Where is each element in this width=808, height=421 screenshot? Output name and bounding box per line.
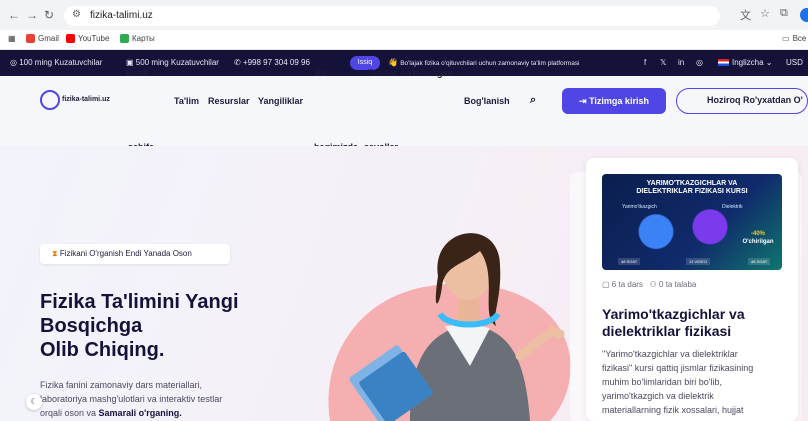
discount-badge: -40% O'chirilgan	[742, 231, 774, 245]
folder-icon: ▭	[782, 34, 790, 43]
teacher-illustration	[328, 233, 571, 421]
bookmark-youtube[interactable]: YouTube	[66, 34, 109, 43]
bookmark-star-icon[interactable]: ☆	[760, 7, 770, 20]
login-icon: ⇥	[579, 96, 587, 106]
apps-grid-icon[interactable]: ▦	[8, 34, 16, 43]
url-text[interactable]: fizika-talimi.uz	[90, 10, 153, 21]
instagram-icon[interactable]: ◎	[696, 58, 703, 67]
wave-icon: 👋	[388, 58, 398, 67]
flag-icon	[718, 59, 729, 67]
cover-tag: 48 SOAT	[748, 258, 771, 265]
nav-home-top[interactable]: Bosh	[126, 68, 149, 78]
theme-toggle-icon[interactable]: ☾	[26, 394, 42, 410]
nav-contact[interactable]: Bog'lanish	[464, 96, 510, 106]
youtube-icon	[66, 34, 75, 43]
cover-tag: 48 SOAT	[618, 258, 641, 265]
course-meta: ▢ 6 ta dars ⚇ 0 ta talaba	[602, 280, 697, 289]
cover-title: YARIMO'TKAZGICHLAR VA DIELEKTRIKLAR FIZI…	[636, 180, 748, 195]
logo-text[interactable]: fizika-talimi.uz	[62, 96, 110, 103]
login-button[interactable]: ⇥ Tizimga kirish	[562, 88, 666, 114]
language-select[interactable]: Inglizcha ⌄	[718, 58, 773, 67]
course-card[interactable]: YARIMO'TKAZGICHLAR VA DIELEKTRIKLAR FIZI…	[586, 158, 798, 421]
bookmark-gmail[interactable]: Gmail	[26, 34, 59, 43]
hero-description: Fizika fanini zamonaviy dars materiallar…	[40, 380, 223, 418]
facebook-icon[interactable]: f	[644, 58, 646, 67]
students-icon: ⚇	[649, 280, 657, 289]
nav-faq-top[interactable]: Tez-tez so'raladigan	[368, 68, 453, 78]
site-info-icon[interactable]: ⚙	[72, 9, 81, 20]
bookmarks-bar: ▦ Gmail YouTube Карты ▭ Bce	[0, 30, 808, 50]
translate-icon[interactable]: 文	[740, 7, 751, 23]
all-bookmarks[interactable]: ▭ Bce	[782, 34, 806, 43]
cover-right-label: Dielektrik	[722, 204, 743, 210]
register-button[interactable]: Hoziroq Ro'yxatdan O'	[676, 88, 808, 114]
instagram-count: ◎ 100 ming Kuzatuvchilar	[10, 58, 103, 67]
hero-title: Fizika Ta'limini Yangi Bosqichga Olib Ch…	[40, 291, 239, 361]
cover-left-label: Yarimo'tkazgich	[622, 204, 657, 210]
linkedin-icon[interactable]: in	[678, 58, 684, 67]
back-icon[interactable]: ←	[8, 8, 20, 22]
hero-badge: ⧗ Fizikani O'rganish Endi Yanada Oson	[40, 244, 230, 264]
twitter-icon[interactable]: 𝕏	[660, 58, 666, 67]
gmail-icon	[26, 34, 35, 43]
announcement: 👋 Bo'lajak fizika o'qituvchilari uchun z…	[388, 58, 580, 67]
extensions-icon[interactable]: ⧉	[780, 7, 788, 20]
currency-select[interactable]: USD	[786, 58, 803, 67]
facebook-count: ▣ 500 ming Kuzatuvchilar	[126, 58, 219, 67]
lessons-icon: ▢	[602, 280, 610, 289]
nav-news[interactable]: Yangiliklar	[258, 96, 303, 106]
nav-about-top[interactable]: Biz	[314, 68, 328, 78]
hourglass-icon: ⧗	[52, 249, 58, 258]
course-cover-image[interactable]: YARIMO'TKAZGICHLAR VA DIELEKTRIKLAR FIZI…	[602, 174, 782, 270]
course-title[interactable]: Yarimo'tkazgichlar va dielektriklar fizi…	[602, 306, 792, 340]
nav-education[interactable]: Ta'lim	[174, 96, 199, 106]
maps-icon	[120, 34, 129, 43]
phone-number[interactable]: ✆ +998 97 304 09 96	[234, 58, 310, 67]
cover-tag: 12 VIDEO	[686, 258, 711, 265]
logo-icon[interactable]	[40, 90, 60, 110]
site-header: fizika-talimi.uz Bosh sahifa Ta'lim Resu…	[0, 68, 808, 152]
hero-section: ⧗ Fizikani O'rganish Endi Yanada Oson Fi…	[0, 146, 808, 421]
bookmark-maps[interactable]: Карты	[120, 34, 155, 43]
reload-icon[interactable]: ↻	[44, 8, 54, 22]
search-icon[interactable]: ⌕	[530, 94, 536, 107]
course-description: "Yarimo'tkazgichlar va dielektriklar fiz…	[602, 349, 754, 415]
browser-toolbar: ← → ↻ ⚙ fizika-talimi.uz 文 ☆ ⧉	[0, 0, 808, 30]
nav-resources[interactable]: Resurslar	[208, 96, 250, 106]
profile-avatar[interactable]	[800, 8, 808, 22]
forward-icon[interactable]: →	[26, 8, 38, 22]
address-bar[interactable]: ⚙ fizika-talimi.uz	[64, 6, 720, 26]
